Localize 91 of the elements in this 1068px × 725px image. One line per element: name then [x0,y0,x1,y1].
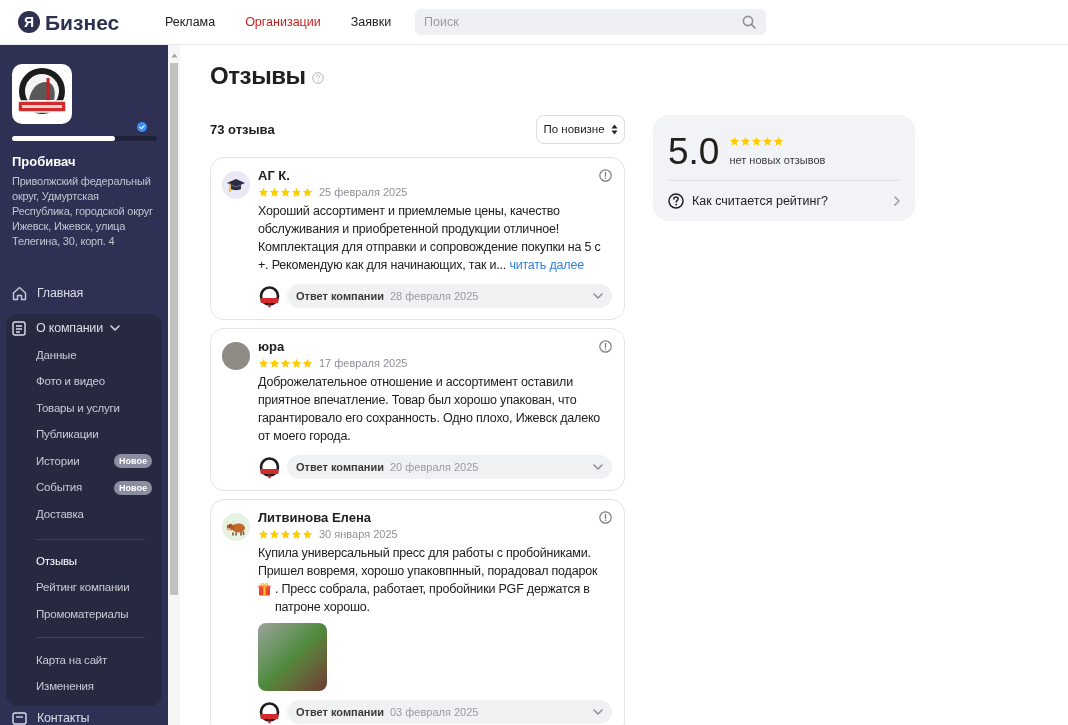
sidebar-item[interactable]: Главная [0,279,168,307]
star-icon [762,135,774,147]
sort-icon [610,124,618,135]
sidebar-subitem[interactable]: События Новое [6,474,162,501]
check-badge-icon [137,122,147,132]
search-field[interactable]: Поиск [415,9,766,35]
sidebar-item[interactable]: О компании [6,314,162,342]
review-text: . Пресс собрала, работает, пробойники PGF держатся в патроне хорошо. [275,581,591,616]
review-text: Доброжелательное отношение и ассортимент оставили приятное впечатление. Товар был хорошо упакован, что гарантировало его сохранность. Одно плохо, Ижевск далеко от моего города. [258,374,602,445]
exclamation-circle-icon[interactable] [599,169,612,182]
photo-placeholder[interactable] [258,623,327,691]
exclamation-circle-icon[interactable] [599,340,612,353]
star-icon [740,135,752,147]
star-icon [302,186,313,198]
star-icon [258,528,269,540]
star-icon [280,528,291,540]
author-name: юра [258,339,286,355]
sidebar-subitem[interactable]: Промоматериалы [6,601,162,628]
author-name: АГ К. [258,168,291,184]
rating-value: 5.0 [668,132,720,170]
review-count: 73 отзыва [210,120,275,139]
help-icon [668,193,684,209]
logo-mark[interactable]: Я [18,11,40,33]
graduation-cap-icon [222,171,250,199]
star-icon [773,135,785,147]
sidebar-subitem[interactable]: Фото и видео [6,368,162,395]
sidebar-item[interactable]: Контакты [0,711,168,725]
sidebar-subitem[interactable]: Истории Новое [6,448,162,475]
review-date: 17 февраля 2025 [319,355,408,371]
sidebar-subitem[interactable]: Товары и услуги [6,395,162,422]
sidebar-subitem[interactable]: Публикации [6,421,162,448]
exclamation-circle-icon[interactable] [599,511,612,524]
new-badge: Новое [114,480,152,495]
chevron-down-icon[interactable] [593,464,603,470]
star-icon [302,357,313,369]
star-icon [269,186,280,198]
sidebar-subitem[interactable]: Отзывы [6,548,162,575]
nav-tab[interactable]: Заявки [350,14,392,30]
nav-tab[interactable]: Организации [245,14,321,30]
review-text: Купила универсальный пресс для работы с пробойниками. Пришел вовремя, хорошо упаковпнный, порадовал подарок [258,545,599,580]
chevron-right-icon [894,196,900,206]
home-icon [12,285,27,301]
read-more-link[interactable]: читать далее [509,258,584,272]
nav-tab[interactable]: Реклама [165,14,216,30]
scrollbar-thumb[interactable] [170,63,178,595]
search-icon[interactable] [742,15,756,29]
new-badge: Новое [114,454,152,469]
star-icon [269,528,280,540]
sidebar-subitem[interactable]: Изменения [6,673,162,700]
company-logo-icon [258,455,281,479]
company-logo-icon [258,700,281,724]
bull-icon [222,513,250,541]
star-icon [291,528,302,540]
page-title: Отзывы [210,61,306,91]
chevron-down-icon[interactable] [593,709,603,715]
star-icon [302,528,313,540]
star-icon [269,357,280,369]
star-icon [729,135,741,147]
company-logo-icon [258,284,281,308]
company-reply-toggle[interactable]: Ответ компании 03 февраля 2025 [287,700,612,724]
star-icon [280,357,291,369]
author-name: Литвинова Елена [258,510,372,526]
star-icon [280,186,291,198]
logo-text[interactable]: Бизнес [45,11,120,33]
review-text: Хороший ассортимент и приемлемые цены, качество обслуживания и приобретенной продукции отличное! Комплектация для отправки и сопровождение покупки на 5 с +. Рекомендую как для начинающих, так и... читать далее [258,203,602,274]
gift-icon [258,582,271,596]
card-icon [12,711,27,725]
company-logo [12,64,72,124]
star-icon [258,357,269,369]
company-address: Приволжский федеральный округ, Удмуртская Республика, городской округ Ижевск, Ижевск, улица Телегина, 30, корп. 4 [12,174,154,249]
avatar-photo [222,342,250,370]
sidebar-subitem[interactable]: Доставка [6,501,162,528]
rating-info-link[interactable]: Как считается рейтинг? [668,187,900,215]
star-icon [291,186,302,198]
scroll-up-arrow-icon[interactable] [170,53,178,58]
chevron-down-icon[interactable] [593,293,603,299]
sort-dropdown[interactable]: По новизне [536,115,625,144]
company-reply-toggle[interactable]: Ответ компании 28 февраля 2025 [287,284,612,308]
star-icon [291,357,302,369]
star-icon [258,186,269,198]
document-icon [12,320,26,336]
company-reply-toggle[interactable]: Ответ компании 20 февраля 2025 [287,455,612,479]
company-name: Пробивач [12,155,77,169]
help-icon[interactable] [311,72,324,84]
review-date: 25 февраля 2025 [319,184,408,200]
sidebar-subitem[interactable]: Карта на сайт [6,647,162,674]
sidebar-subitem[interactable]: Рейтинг компании [6,574,162,601]
rating-note: нет новых отзывов [729,152,826,168]
star-icon [751,135,763,147]
sidebar-subitem[interactable]: Данные [6,342,162,369]
review-date: 30 января 2025 [319,526,398,542]
